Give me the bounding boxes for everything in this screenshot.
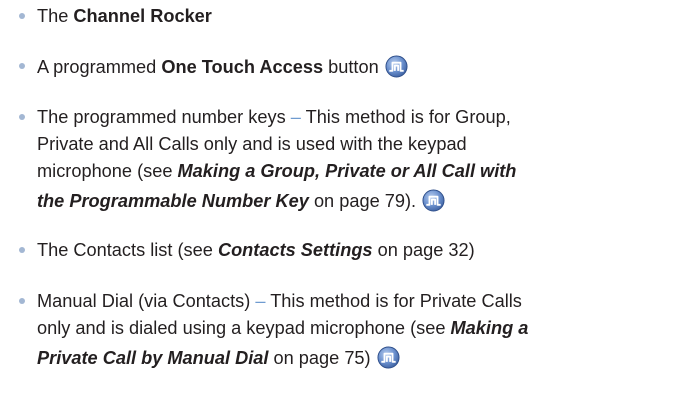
cross-reference: Contacts Settings [217,240,373,260]
item-text-line: the Programmable Number Key on page 79). [37,189,445,211]
trunking-icon [377,346,400,369]
cross-reference: Making a [450,318,529,338]
cross-reference: Making a Group, Private or All Call with [177,161,517,181]
feature-list: The Channel Rocker A programmed One Touc… [0,0,682,397]
item-text-line: Private Call by Manual Dial on page 75) [37,346,400,368]
item-text-line: only and is dialed using a keypad microp… [37,318,529,338]
trunking-icon [385,55,408,78]
bullet [19,114,25,120]
item-text: The Contacts list (see Contacts Settings… [37,240,475,260]
bullet [19,13,25,19]
item-text-line: microphone (see Making a Group, Private … [37,161,517,181]
trunking-icon [422,189,445,212]
bullet [19,247,25,253]
item-text: A programmed One Touch Access button [37,55,408,77]
item-text-line: The programmed number keys – This method… [37,107,511,127]
item-text: The Channel Rocker [37,6,212,26]
item-text-line: Private and All Calls only and is used w… [37,134,467,154]
item-text-line: Manual Dial (via Contacts) – This method… [37,291,522,311]
bullet [19,63,25,69]
cross-reference: Private Call by Manual Dial [37,348,269,368]
bullet [19,298,25,304]
cross-reference: the Programmable Number Key [37,191,309,211]
